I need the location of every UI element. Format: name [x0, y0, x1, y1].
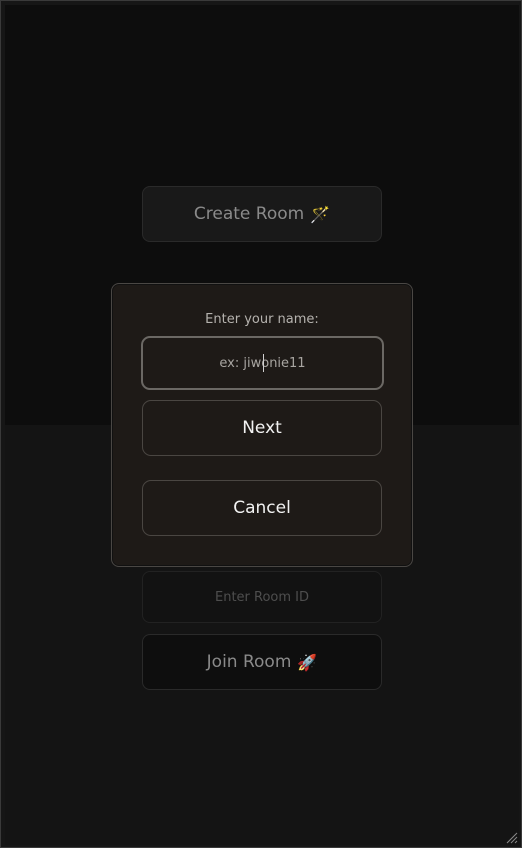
resize-grip-icon[interactable]	[504, 830, 518, 844]
app-window: Create Room 🪄 Join Room 🚀 Enter your nam…	[0, 0, 522, 848]
create-room-label: Create Room	[193, 204, 305, 224]
name-dialog: Enter your name: Next Cancel	[111, 283, 413, 567]
cancel-button[interactable]: Cancel	[142, 480, 382, 536]
join-room-label: Join Room	[206, 652, 292, 672]
name-prompt-label: Enter your name:	[205, 312, 319, 327]
room-id-input[interactable]	[142, 571, 382, 623]
rocket-icon: 🚀	[297, 652, 318, 672]
join-room-button[interactable]: Join Room 🚀	[142, 634, 382, 690]
create-room-button[interactable]: Create Room 🪄	[142, 186, 382, 242]
text-caret	[263, 354, 264, 372]
wand-sparkles-icon: 🪄	[310, 204, 331, 224]
next-button[interactable]: Next	[142, 400, 382, 456]
